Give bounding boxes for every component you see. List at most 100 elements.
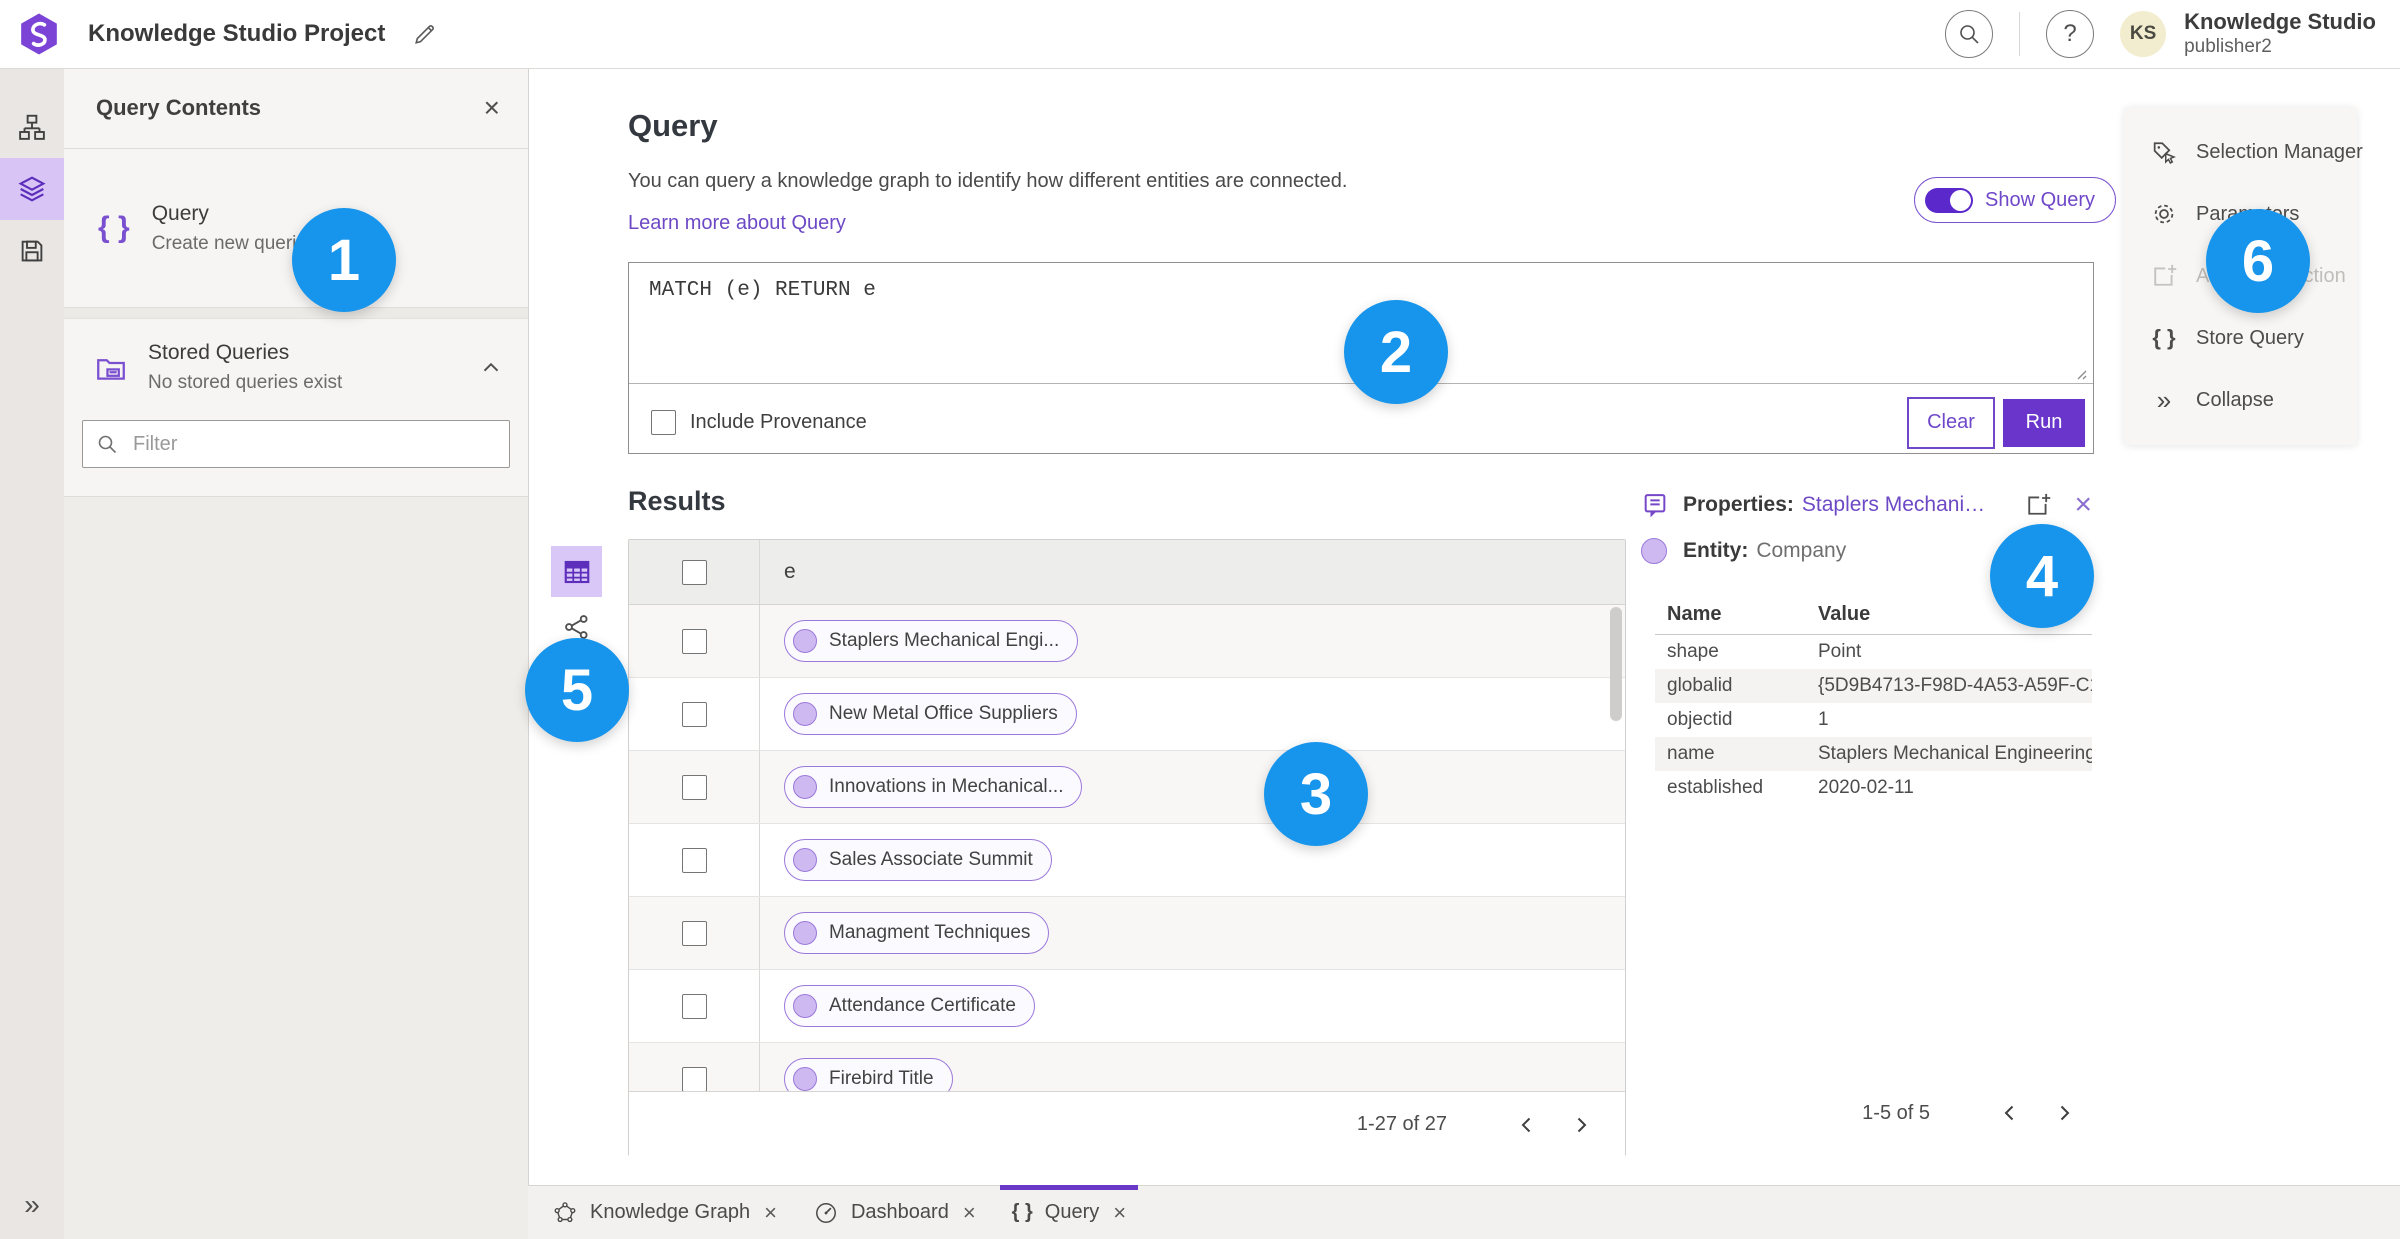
run-button[interactable]: Run [2003,398,2085,447]
header-actions: ? KS Knowledge Studio publisher2 [1945,10,2376,58]
prop-value: 2020-02-11 [1818,777,1914,798]
data-model-icon [19,114,45,140]
properties-next-page-button[interactable] [2046,1095,2082,1131]
filter-search-icon [98,435,117,454]
show-query-label: Show Query [1985,188,2096,211]
user-role: publisher2 [2184,35,2272,57]
results-table-body: Staplers Mechanical Engi... New Metal Of… [629,605,1625,1091]
clear-button[interactable]: Clear [1907,396,1995,449]
user-info[interactable]: Knowledge Studio publisher2 [2184,10,2376,57]
callout-3: 3 [1264,742,1368,846]
panel-close-icon[interactable]: × [484,92,500,124]
resize-handle-icon[interactable] [2072,365,2088,381]
layers-button[interactable] [0,158,64,220]
chevron-right-icon [1577,1117,1587,1132]
entity-chip[interactable]: Managment Techniques [784,912,1050,954]
entity-chip-label: Staplers Mechanical Engi... [829,630,1060,651]
prop-name: globalid [1667,675,1733,696]
entity-chip[interactable]: Attendance Certificate [784,985,1035,1027]
include-provenance-checkbox[interactable] [651,410,676,435]
entity-chip[interactable]: New Metal Office Suppliers [784,693,1077,735]
table-row: Staplers Mechanical Engi... [629,605,1625,678]
edit-title-icon[interactable] [411,20,439,48]
search-button[interactable] [1945,10,1994,58]
data-model-button[interactable] [0,96,64,158]
properties-prev-page-button[interactable] [1992,1095,2028,1131]
menu-item-selection-manager[interactable]: Selection Manager [2124,121,2363,183]
include-provenance-label: Include Provenance [690,411,867,433]
entity-chip[interactable]: Staplers Mechanical Engi... [784,620,1079,662]
results-next-page-button[interactable] [1563,1107,1599,1143]
knowledge-graph-icon [554,1201,576,1222]
menu-item-label: Store Query [2196,326,2304,349]
prop-value: {5D9B4713-F98D-4A53-A59F-C11... [1818,675,2092,696]
prop-name: shape [1667,641,1719,662]
callout-5: 5 [525,638,629,742]
entity-chip[interactable]: Firebird Title [784,1058,953,1091]
avatar[interactable]: KS [2120,11,2167,57]
stored-queries-description: No stored queries exist [148,372,343,393]
properties-close-icon[interactable]: × [2074,490,2092,520]
query-item-label: Query [151,201,209,225]
tab-close-icon[interactable]: × [764,1200,777,1226]
help-button[interactable]: ? [2046,10,2095,58]
search-icon [1960,25,1979,44]
tab-close-icon[interactable]: × [1113,1200,1126,1226]
braces-icon: { } [98,211,130,244]
row-checkbox[interactable] [681,774,707,800]
knowledge-studio-app: Knowledge Studio Project ? KS Knowledge … [0,0,2400,1239]
braces-icon: { } [2152,325,2176,350]
select-all-checkbox[interactable] [681,559,707,585]
toggle-knob [1950,189,1971,211]
entity-dot-icon [793,1067,817,1091]
menu-item-collapse[interactable]: » Collapse [2124,369,2357,431]
tab-knowledge-graph[interactable]: Knowledge Graph × [534,1186,795,1239]
table-row: Firebird Title [629,1043,1625,1091]
filter-input[interactable] [131,431,497,457]
save-icon [21,240,43,262]
chevron-up-icon[interactable] [478,355,504,381]
row-checkbox[interactable] [681,628,707,654]
add-to-selection-icon[interactable] [2024,491,2052,519]
tab-close-icon[interactable]: × [963,1200,976,1226]
sidebar-item-query[interactable]: { } Query Create new queries [64,149,528,308]
chevron-right-icon [2060,1105,2070,1121]
properties-title: Properties: [1683,493,1794,516]
stored-queries-folder-icon [97,358,125,380]
row-checkbox[interactable] [681,920,707,946]
properties-icon [1644,494,1666,518]
prop-value: Point [1818,641,1862,662]
entity-chip[interactable]: Innovations in Mechanical... [784,766,1083,808]
row-checkbox[interactable] [681,701,707,727]
results-prev-page-button[interactable] [1509,1107,1545,1143]
callout-1: 1 [292,208,396,312]
show-query-toggle[interactable]: Show Query [1914,177,2117,223]
expand-rail-button[interactable]: » [0,1189,64,1221]
properties-entity-link[interactable]: Staplers Mechanic... [1802,493,1987,517]
chevron-left-icon [1521,1117,1531,1132]
row-checkbox[interactable] [681,847,707,873]
table-scrollbar-thumb[interactable] [1610,607,1622,721]
property-row: globalid {5D9B4713-F98D-4A53-A59F-C11... [1655,669,2092,703]
table-icon [564,560,589,583]
table-view-button[interactable] [551,546,602,597]
tab-query[interactable]: { } Query × [994,1185,1144,1239]
stored-queries-text: Stored Queries No stored queries exist [148,341,342,394]
tab-dashboard[interactable]: Dashboard × [795,1186,994,1239]
sidebar-section-stored-queries: Stored Queries No stored queries exist [64,318,528,497]
prop-value: 1 [1818,709,1829,730]
row-check-cell [629,605,760,677]
row-checkbox[interactable] [681,993,707,1019]
entity-chip-label: Attendance Certificate [829,995,1016,1016]
row-checkbox[interactable] [681,1066,707,1091]
entity-type-dot-icon [1641,538,1667,564]
panel-header: Query Contents × [64,68,528,149]
menu-item-store-query[interactable]: { } Store Query [2124,307,2357,369]
entity-chip[interactable]: Sales Associate Summit [784,839,1052,881]
learn-more-link[interactable]: Learn more about Query [628,212,846,235]
save-button[interactable] [0,220,64,282]
app-logo-icon[interactable] [16,11,62,57]
stored-queries-row[interactable]: Stored Queries No stored queries exist [64,319,528,394]
table-row: Managment Techniques [629,897,1625,970]
row-check-cell [629,678,760,750]
